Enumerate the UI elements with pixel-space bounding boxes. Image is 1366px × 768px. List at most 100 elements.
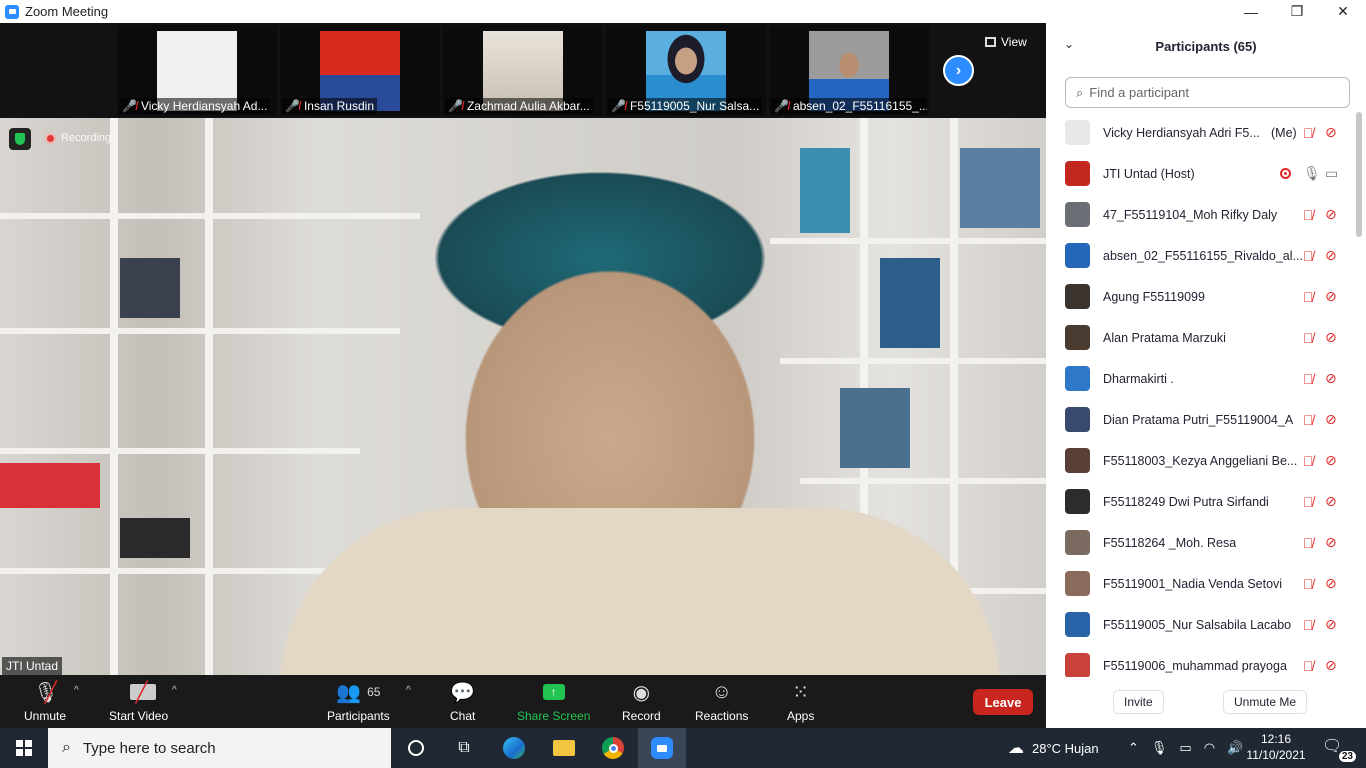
video-options-chevron-icon[interactable]: ^ bbox=[172, 685, 177, 696]
unmute-me-button[interactable]: Unmute Me bbox=[1223, 690, 1308, 714]
participant-name: 47_F55119104_Moh Rifky Daly bbox=[1103, 207, 1278, 222]
edge-icon[interactable] bbox=[490, 728, 538, 768]
participant-row[interactable]: F55118264 _Moh. Resa 🎙̸ ⊘ bbox=[1046, 522, 1358, 563]
avatar bbox=[1065, 366, 1090, 391]
volume-icon[interactable]: 🔊 bbox=[1227, 740, 1243, 756]
participants-options-chevron-icon[interactable]: ^ bbox=[406, 685, 411, 696]
mic-muted-icon: 🎙̸ bbox=[1303, 329, 1314, 346]
video-off-icon: ⊘ bbox=[1325, 575, 1337, 591]
avatar bbox=[1065, 612, 1090, 637]
video-off-icon: ⊘ bbox=[1325, 493, 1337, 509]
video-thumbnail[interactable]: 🎤̸ Insan Rusdin bbox=[280, 25, 440, 116]
panel-title: Participants (65) bbox=[1155, 38, 1257, 54]
next-page-button[interactable]: › bbox=[943, 55, 974, 86]
cortana-icon[interactable] bbox=[392, 728, 440, 768]
chrome-icon[interactable] bbox=[589, 728, 637, 768]
reactions-button[interactable]: ☺ Reactions bbox=[695, 679, 748, 724]
participant-row[interactable]: F55119005_Nur Salsabila Lacabo 🎙̸ ⊘ bbox=[1046, 604, 1358, 645]
share-screen-icon: ↑ bbox=[542, 679, 565, 705]
participant-row[interactable]: F55119006_muhammad prayoga 🎙̸ ⊘ bbox=[1046, 645, 1358, 677]
thumbnail-name: F55119005_Nur Salsa... bbox=[629, 99, 760, 113]
weather-widget[interactable]: ☁ 28°C Hujan bbox=[1008, 728, 1099, 768]
participant-row[interactable]: Alan Pratama Marzuki 🎙̸ ⊘ bbox=[1046, 317, 1358, 358]
mic-muted-icon: 🎤̸ bbox=[285, 99, 300, 113]
avatar bbox=[1065, 202, 1090, 227]
mic-muted-icon: 🎙̸ bbox=[1303, 493, 1314, 510]
windows-taskbar: ⌕ Type here to search ⧉ ☁ 28°C Hujan ⌃ 🎙… bbox=[0, 728, 1366, 768]
participant-row[interactable]: Dian Pratama Putri_F55119004_A 🎙̸ ⊘ bbox=[1046, 399, 1358, 440]
reactions-icon: ☺ bbox=[711, 680, 732, 703]
mic-muted-icon: 🎙̸ bbox=[1303, 616, 1314, 633]
video-off-icon: ⊘ bbox=[1325, 247, 1337, 263]
invite-button[interactable]: Invite bbox=[1113, 690, 1164, 714]
chat-button[interactable]: 💬 Chat bbox=[450, 679, 475, 724]
participant-row[interactable]: Vicky Herdiansyah Adri F5... (Me) 🎙̸ ⊘ bbox=[1046, 112, 1358, 153]
video-off-icon: ⊘ bbox=[1325, 329, 1337, 345]
participants-button[interactable]: 👥 65 Participants bbox=[327, 679, 390, 724]
file-explorer-icon[interactable] bbox=[540, 728, 588, 768]
share-screen-button[interactable]: ↑ Share Screen bbox=[517, 679, 590, 723]
video-off-icon: ⊘ bbox=[1325, 616, 1337, 632]
task-view-icon[interactable]: ⧉ bbox=[440, 728, 488, 768]
mic-on-icon: 🎙 bbox=[1303, 165, 1321, 181]
video-off-icon: ⊘ bbox=[1325, 288, 1337, 304]
participant-row[interactable]: F55118003_Kezya Anggeliani Be... 🎙̸ ⊘ bbox=[1046, 440, 1358, 481]
participant-row[interactable]: F55119001_Nadia Venda Setovi 🎙̸ ⊘ bbox=[1046, 563, 1358, 604]
thumbnail-strip: 🎤̸ Vicky Herdiansyah Ad... 🎤̸ Insan Rusdin… bbox=[0, 23, 1046, 118]
participant-name: Vicky Herdiansyah Adri F5... bbox=[1103, 125, 1260, 140]
leave-button[interactable]: Leave bbox=[973, 689, 1033, 715]
close-button[interactable]: ✕ bbox=[1320, 0, 1366, 23]
grid-view-icon bbox=[985, 37, 996, 47]
audio-options-chevron-icon[interactable]: ^ bbox=[74, 685, 79, 696]
video-thumbnail[interactable]: 🎤̸ F55119005_Nur Salsa... bbox=[606, 25, 766, 116]
start-button[interactable] bbox=[0, 728, 48, 768]
start-video-button[interactable]: ╱ Start Video bbox=[109, 679, 168, 724]
notifications-button[interactable]: 🗨 23 bbox=[1322, 736, 1356, 762]
unmute-button[interactable]: 🎙 ╱ Unmute bbox=[24, 679, 66, 724]
video-thumbnail[interactable]: 🎤̸ Zachmad Aulia Akbar... bbox=[443, 25, 603, 116]
collapse-chevron-icon[interactable]: ⌄ bbox=[1064, 37, 1074, 51]
participants-icon: 👥 bbox=[336, 681, 362, 704]
apps-icon: ⁙ bbox=[792, 681, 810, 704]
record-button[interactable]: ◉ Record bbox=[622, 679, 661, 724]
participant-row[interactable]: 47_F55119104_Moh Rifky Daly 🎙̸ ⊘ bbox=[1046, 194, 1358, 235]
participant-row[interactable]: F55118249 Dwi Putra Sirfandi 🎙̸ ⊘ bbox=[1046, 481, 1358, 522]
participant-name: F55118264 _Moh. Resa bbox=[1103, 535, 1237, 550]
window-controls: — ❐ ✕ bbox=[1228, 0, 1366, 23]
participant-search-input[interactable]: ⌕ Find a participant bbox=[1065, 77, 1350, 108]
participant-row[interactable]: absen_02_F55116155_Rivaldo_al... 🎙̸ ⊘ bbox=[1046, 235, 1358, 276]
participant-row[interactable]: Agung F55119099 🎙̸ ⊘ bbox=[1046, 276, 1358, 317]
system-tray: ⌃ 🎙 ▭ ◠ 🔊 bbox=[1128, 728, 1243, 768]
notification-count: 23 bbox=[1338, 751, 1356, 762]
video-thumbnail[interactable]: 🎤̸ Vicky Herdiansyah Ad... bbox=[117, 25, 277, 116]
me-tag: (Me) bbox=[1271, 125, 1297, 140]
wifi-icon[interactable]: ◠ bbox=[1204, 740, 1215, 756]
minimize-button[interactable]: — bbox=[1228, 0, 1274, 23]
panel-footer: Invite Unmute Me bbox=[1046, 683, 1366, 723]
participant-row[interactable]: Dharmakirti . 🎙̸ ⊘ bbox=[1046, 358, 1358, 399]
clock[interactable]: 12:16 11/10/2021 bbox=[1245, 731, 1307, 763]
security-shield-icon[interactable] bbox=[9, 128, 31, 150]
video-thumbnail[interactable]: 🎤̸ absen_02_F55116155_... bbox=[769, 25, 929, 116]
restore-button[interactable]: ❐ bbox=[1274, 0, 1320, 23]
apps-button[interactable]: ⁙ Apps bbox=[787, 679, 814, 724]
participant-name: Dharmakirti . bbox=[1103, 371, 1174, 386]
record-icon: ◉ bbox=[632, 681, 651, 704]
battery-icon[interactable]: ▭ bbox=[1179, 740, 1191, 756]
microphone-icon[interactable]: 🎙 bbox=[1151, 740, 1168, 756]
participant-list-scrollbar[interactable] bbox=[1356, 112, 1362, 237]
mic-muted-icon: 🎤̸ bbox=[611, 99, 626, 113]
mic-muted-icon: 🎙̸ bbox=[1303, 124, 1314, 141]
mic-muted-icon: 🎤̸ bbox=[122, 99, 137, 113]
zoom-taskbar-icon[interactable] bbox=[638, 728, 686, 768]
video-off-icon: ⊘ bbox=[1325, 657, 1337, 673]
recording-dot-icon bbox=[45, 132, 56, 144]
mic-muted-icon: 🎙̸ bbox=[1303, 575, 1314, 592]
show-hidden-icons-chevron-icon[interactable]: ⌃ bbox=[1128, 740, 1139, 756]
mic-muted-icon: 🎙̸ bbox=[1303, 452, 1314, 469]
taskbar-search-box[interactable]: ⌕ Type here to search bbox=[48, 728, 391, 768]
view-button[interactable]: View bbox=[985, 35, 1027, 49]
thumbnail-name: absen_02_F55116155_... bbox=[792, 99, 927, 113]
participant-row[interactable]: JTI Untad (Host) 🎙 ▭ bbox=[1046, 153, 1358, 194]
video-area: 🎤̸ Vicky Herdiansyah Ad... 🎤̸ Insan Rusdin… bbox=[0, 23, 1046, 675]
